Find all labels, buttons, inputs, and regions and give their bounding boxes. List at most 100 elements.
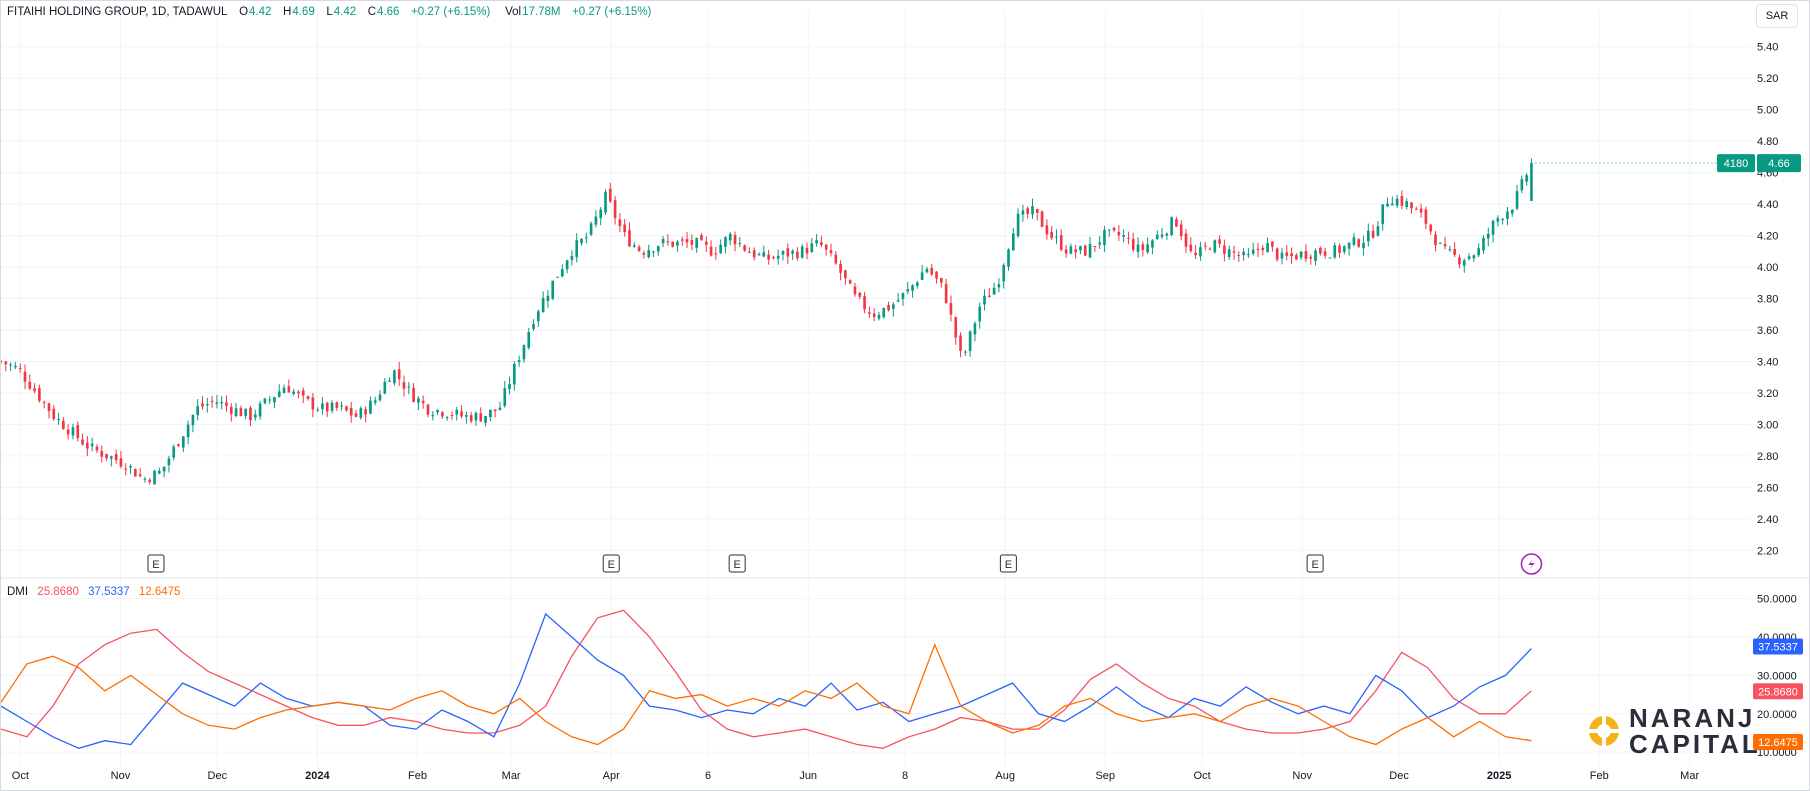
price-tick-label: 4.40: [1757, 199, 1778, 211]
candle-body: [364, 409, 367, 415]
candle-body: [1295, 255, 1298, 260]
candle-body: [1338, 245, 1341, 253]
naranj-capital-logo: NARANJ CAPITAL: [1587, 705, 1761, 757]
candle-body: [268, 399, 271, 401]
candle-body: [1175, 219, 1178, 227]
candle-body: [493, 409, 497, 412]
candle-body: [81, 439, 84, 445]
candle-body: [1309, 256, 1313, 259]
candle-body: [513, 364, 516, 385]
candle-body: [1458, 257, 1461, 265]
candle-body: [800, 246, 804, 258]
time-tick-label: Dec: [208, 770, 228, 782]
candle-body: [872, 313, 876, 317]
candle-body: [1438, 242, 1442, 244]
time-tick-label: Mar: [502, 770, 521, 782]
candle-body: [263, 398, 267, 404]
candle-body: [623, 224, 627, 233]
close-value: 4.66: [377, 6, 400, 18]
price-tick-label: 2.40: [1757, 514, 1778, 526]
candle-body: [618, 219, 622, 227]
candle-body: [776, 255, 780, 259]
candle-body: [110, 456, 113, 459]
candle-body: [820, 242, 823, 245]
candle-body: [796, 251, 799, 259]
currency-button[interactable]: SAR: [1756, 4, 1798, 28]
candle-body: [143, 478, 147, 480]
candle-body: [201, 403, 204, 407]
earnings-marker[interactable]: E: [147, 554, 165, 573]
candle-body: [57, 418, 60, 420]
candle-body: [229, 406, 233, 414]
candle-body: [1213, 240, 1217, 253]
candle-body: [62, 420, 65, 430]
candle-body: [1362, 242, 1365, 249]
candle-body: [76, 425, 80, 438]
candle-body: [868, 312, 871, 314]
earnings-letter: E: [608, 559, 615, 571]
candle-body: [1395, 198, 1399, 206]
earnings-marker[interactable]: E: [728, 554, 746, 573]
candle-body: [599, 209, 603, 219]
volume-label: Vol: [505, 6, 522, 18]
dmi-value-badge: 37.5337: [1753, 638, 1803, 655]
candle-body: [738, 243, 742, 245]
candle-body: [1247, 253, 1250, 255]
candle-body: [604, 191, 607, 213]
time-tick-label: Feb: [408, 770, 427, 782]
logo-line1: NARANJ: [1629, 703, 1756, 733]
candle-body: [311, 397, 315, 410]
candle-body: [177, 444, 180, 447]
candle-body: [637, 246, 641, 251]
candle-body: [1208, 248, 1212, 250]
candle-body: [441, 412, 444, 417]
candle-body: [14, 365, 17, 368]
candle-body: [503, 388, 507, 406]
candle-body: [421, 400, 425, 404]
high-label: H: [283, 6, 292, 18]
candle-body: [805, 247, 809, 254]
candle-body: [465, 415, 468, 417]
lightning-icon[interactable]: [1520, 553, 1543, 575]
dmi-legend[interactable]: DMI 25.8680 37.5337 12.6475: [7, 586, 186, 598]
candle-body: [892, 304, 895, 309]
candle-body: [205, 404, 209, 406]
candle-body: [273, 397, 276, 403]
candle-body: [258, 403, 262, 417]
candle-body: [373, 400, 377, 403]
earnings-letter: E: [1005, 559, 1012, 571]
candle-body: [345, 406, 348, 411]
candle-body: [882, 307, 886, 318]
candle-body: [460, 411, 463, 417]
candle-body: [973, 323, 977, 335]
candle-body: [1093, 246, 1097, 248]
candle-body: [47, 403, 51, 412]
di-plus-value: 37.5337: [88, 586, 130, 598]
earnings-letter: E: [733, 559, 740, 571]
candle-body: [1381, 204, 1385, 225]
price-tick-label: 3.40: [1757, 356, 1778, 368]
candle-body: [1151, 240, 1154, 248]
candle-body: [292, 391, 295, 394]
earnings-marker[interactable]: E: [999, 554, 1017, 573]
candle-body: [1227, 249, 1231, 258]
candle-body: [306, 396, 310, 399]
ticker-badge-text: 4180: [1724, 158, 1748, 170]
candle-body: [930, 267, 934, 275]
time-tick-label: Nov: [1292, 770, 1312, 782]
chart-canvas[interactable]: EEEEE 5.405.205.004.804.604.404.204.003.…: [1, 1, 1809, 790]
dmi-tick-label: 30.0000: [1757, 670, 1797, 682]
symbol-title[interactable]: FITAIHI HOLDING GROUP, 1D, TADAWUL: [7, 6, 227, 18]
earnings-marker[interactable]: E: [1306, 554, 1324, 573]
candle-body: [781, 250, 785, 255]
candle-body: [767, 254, 770, 260]
candle-body: [297, 391, 300, 394]
candle-body: [71, 427, 75, 436]
candle-body: [1031, 206, 1034, 215]
candle-body: [642, 252, 646, 255]
earnings-marker[interactable]: E: [602, 554, 620, 573]
candle-body: [4, 361, 8, 365]
candle-body: [1256, 248, 1260, 250]
candle-body: [647, 250, 650, 258]
candle-body: [1251, 249, 1255, 254]
